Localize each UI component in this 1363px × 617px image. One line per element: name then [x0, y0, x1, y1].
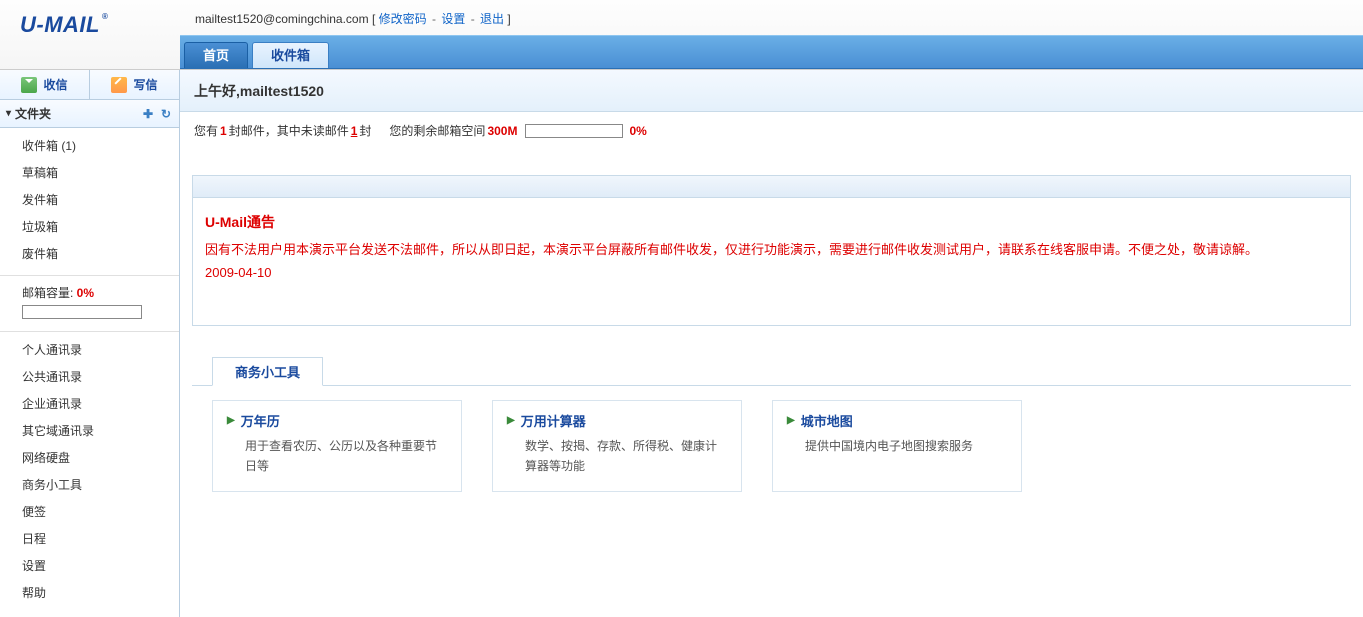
- greeting-prefix: 上午好,: [194, 81, 240, 101]
- nav-settings[interactable]: 设置: [0, 552, 179, 579]
- receive-icon: [21, 77, 37, 93]
- notice-date: 2009-04-10: [205, 265, 272, 280]
- folders-header[interactable]: ▾ 文件夹 ✚ ↻: [0, 100, 179, 128]
- add-folder-icon[interactable]: ✚: [141, 107, 155, 121]
- notice-body: U-Mail通告 因有不法用户用本演示平台发送不法邮件，所以从即日起，本演示平台…: [193, 198, 1350, 325]
- sidebar: 收信 写信 ▾ 文件夹 ✚ ↻ 收件箱 (1) 草稿箱 发件箱 垃圾箱 废件箱 …: [0, 70, 180, 617]
- tab-inbox[interactable]: 收件箱: [252, 42, 329, 68]
- tool-tabbar: 商务小工具: [192, 356, 1351, 386]
- tool-tab-biz[interactable]: 商务小工具: [212, 357, 323, 386]
- tool-cards: ▶万年历 用于查看农历、公历以及各种重要节日等 ▶万用计算器 数学、按揭、存款、…: [192, 386, 1351, 506]
- receive-mail-button[interactable]: 收信: [0, 70, 90, 99]
- nav-list: 个人通讯录 公共通讯录 企业通讯录 其它域通讯录 网络硬盘 商务小工具 便签 日…: [0, 331, 179, 610]
- quota-bar: [22, 305, 142, 319]
- top-right: mailtest1520@comingchina.com [ 修改密码 - 设置…: [180, 0, 1363, 69]
- folder-trash[interactable]: 废件箱: [0, 240, 179, 267]
- folder-drafts[interactable]: 草稿箱: [0, 159, 179, 186]
- triangle-icon: ▶: [507, 415, 515, 426]
- folder-inbox[interactable]: 收件箱 (1): [0, 132, 179, 159]
- notice-text: 因有不法用户用本演示平台发送不法邮件，所以从即日起，本演示平台屏蔽所有邮件收发，…: [205, 238, 1338, 285]
- main-panel: 上午好, mailtest1520 您有 1 封邮件，其中未读邮件 1 封 您的…: [180, 70, 1363, 617]
- unread-mail-count[interactable]: 1: [351, 124, 358, 138]
- nav-biz-tools[interactable]: 商务小工具: [0, 471, 179, 498]
- change-password-link[interactable]: 修改密码: [379, 12, 427, 26]
- nav-notes[interactable]: 便签: [0, 498, 179, 525]
- logout-link[interactable]: 退出: [480, 12, 504, 26]
- nav-public-contacts[interactable]: 公共通讯录: [0, 363, 179, 390]
- tool-card-map[interactable]: ▶城市地图 提供中国境内电子地图搜索服务: [772, 400, 1022, 492]
- settings-link[interactable]: 设置: [441, 12, 465, 26]
- nav-help[interactable]: 帮助: [0, 579, 179, 606]
- nav-other-domain-contacts[interactable]: 其它域通讯录: [0, 417, 179, 444]
- free-space: 300M: [487, 124, 517, 138]
- sidebar-actions: 收信 写信: [0, 70, 179, 100]
- triangle-icon: ▶: [227, 415, 235, 426]
- user-line: mailtest1520@comingchina.com [ 修改密码 - 设置…: [180, 0, 1363, 35]
- notice-box: U-Mail通告 因有不法用户用本演示平台发送不法邮件，所以从即日起，本演示平台…: [192, 175, 1351, 326]
- tab-home[interactable]: 首页: [184, 42, 248, 68]
- total-mail-count: 1: [220, 124, 227, 138]
- compose-icon: [111, 77, 127, 93]
- quota-label: 邮箱容量:: [22, 286, 77, 300]
- notice-tabbar: [193, 176, 1350, 198]
- collapse-icon: ▾: [6, 108, 11, 119]
- space-usage-pct: 0%: [629, 124, 646, 138]
- folder-list: 收件箱 (1) 草稿箱 发件箱 垃圾箱 废件箱: [0, 128, 179, 271]
- nav-enterprise-contacts[interactable]: 企业通讯录: [0, 390, 179, 417]
- tool-section: 商务小工具 ▶万年历 用于查看农历、公历以及各种重要节日等 ▶万用计算器 数学、…: [192, 356, 1351, 506]
- refresh-folders-icon[interactable]: ↻: [159, 107, 173, 121]
- window-tab-bar: 首页 收件箱: [180, 35, 1363, 69]
- app-logo: U-MAIL®: [20, 12, 180, 38]
- quota-value: 0%: [77, 286, 94, 300]
- nav-netdisk[interactable]: 网络硬盘: [0, 444, 179, 471]
- stats-line: 您有 1 封邮件，其中未读邮件 1 封 您的剩余邮箱空间 300M 0%: [180, 112, 1363, 149]
- top-bar: U-MAIL® mailtest1520@comingchina.com [ 修…: [0, 0, 1363, 70]
- user-email: mailtest1520@comingchina.com: [195, 12, 369, 26]
- space-usage-bar: [525, 124, 623, 138]
- quota-block: 邮箱容量: 0%: [0, 275, 179, 331]
- tool-card-calculator[interactable]: ▶万用计算器 数学、按揭、存款、所得税、健康计算器等功能: [492, 400, 742, 492]
- folder-sent[interactable]: 发件箱: [0, 186, 179, 213]
- greeting-username: mailtest1520: [240, 83, 324, 99]
- logo-area: U-MAIL®: [0, 0, 180, 38]
- triangle-icon: ▶: [787, 415, 795, 426]
- welcome-bar: 上午好, mailtest1520: [180, 70, 1363, 112]
- folder-spam[interactable]: 垃圾箱: [0, 213, 179, 240]
- compose-mail-button[interactable]: 写信: [90, 70, 179, 99]
- notice-title: U-Mail通告: [205, 212, 1338, 232]
- layout: 收信 写信 ▾ 文件夹 ✚ ↻ 收件箱 (1) 草稿箱 发件箱 垃圾箱 废件箱 …: [0, 70, 1363, 617]
- nav-personal-contacts[interactable]: 个人通讯录: [0, 336, 179, 363]
- tool-card-calendar[interactable]: ▶万年历 用于查看农历、公历以及各种重要节日等: [212, 400, 462, 492]
- nav-calendar[interactable]: 日程: [0, 525, 179, 552]
